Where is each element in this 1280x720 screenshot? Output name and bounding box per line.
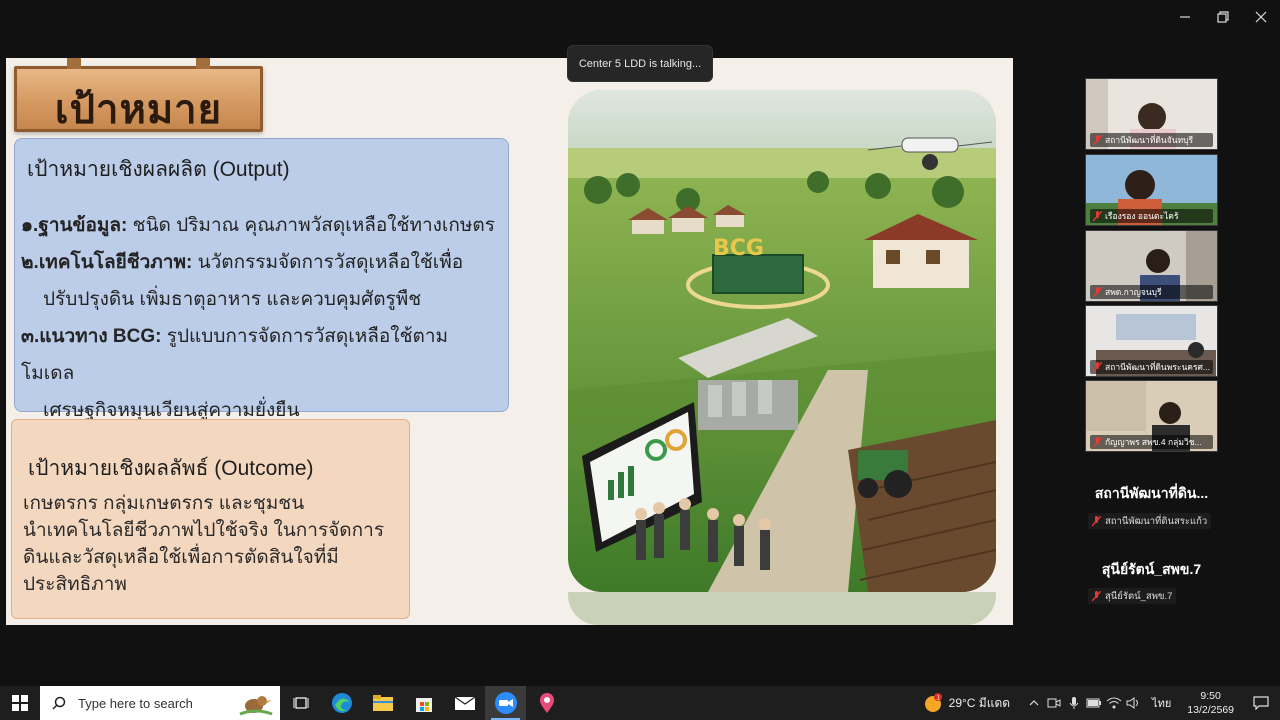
- title-sign: เป้าหมาย: [14, 58, 263, 133]
- restore-button[interactable]: [1204, 0, 1242, 34]
- battery-button[interactable]: [1084, 686, 1104, 720]
- mic-muted-icon: [1092, 515, 1101, 526]
- output-item: ๓.แนวทาง BCG: รูปแบบการจัดการวัสดุเหลือใ…: [21, 326, 449, 384]
- close-button[interactable]: [1242, 0, 1280, 34]
- taskbar-search[interactable]: Type here to search: [40, 686, 280, 720]
- speaker-icon: [1126, 697, 1139, 709]
- outcome-goal-box: เป้าหมายเชิงผลลัพธ์ (Outcome) เกษตรกร กล…: [11, 419, 410, 619]
- network-button[interactable]: [1104, 686, 1124, 720]
- participant-name: สุนีย์รัตน์_สพข.7: [1101, 561, 1202, 577]
- clock[interactable]: 9:50 13/2/2569: [1187, 689, 1234, 717]
- mic-muted-icon: [1093, 436, 1102, 447]
- mic-muted-icon: [1093, 134, 1102, 145]
- participant-video-tile[interactable]: สถานีพัฒนาที่ดินจันทบุรี: [1085, 78, 1218, 150]
- output-item: ๒.เทคโนโลยีชีวภาพ: นวัตกรรมจัดการวัสดุเห…: [21, 252, 464, 273]
- zoom-meeting-window: เป้าหมาย เป้าหมายเชิงผลผลิต (Output) ๑.ฐ…: [0, 0, 1280, 720]
- zoom-icon: [494, 692, 517, 714]
- edge-icon: [331, 693, 352, 713]
- meet-now-button[interactable]: [1044, 686, 1064, 720]
- battery-icon: [1086, 698, 1102, 708]
- output-item: ๑.ฐานข้อมูล: ชนิด ปริมาณ คุณภาพวัสดุเหลื…: [21, 215, 495, 236]
- mic-muted-icon: [1093, 361, 1102, 372]
- maps-button[interactable]: [526, 686, 567, 720]
- bcg-farm-illustration: BCG: [568, 90, 996, 592]
- store-icon: [415, 698, 432, 712]
- participant-video-tile[interactable]: กัญญาพร สพข.4 กลุ่มวิช...: [1085, 380, 1218, 452]
- file-explorer-button[interactable]: [362, 686, 403, 720]
- store-button[interactable]: [403, 686, 444, 720]
- bird-search-highlight-icon: [239, 696, 273, 716]
- sun-icon: 1: [924, 693, 942, 712]
- task-view-button[interactable]: [280, 686, 321, 720]
- task-view-icon: [293, 697, 308, 709]
- system-tray: 1 29°C มีแดด ไทย 9:50 13/2/2569: [923, 686, 1280, 720]
- camera-icon: [1047, 698, 1061, 708]
- weather-widget[interactable]: 1 29°C มีแดด: [923, 693, 1010, 713]
- notification-icon: [1253, 696, 1269, 710]
- participant-video-tile[interactable]: เรืองรอง ออนตะไคร้: [1085, 154, 1218, 226]
- notification-center-button[interactable]: [1242, 686, 1280, 720]
- output-heading: เป้าหมายเชิงผลผลิต (Output): [27, 158, 290, 181]
- slide-title: เป้าหมาย: [54, 86, 223, 133]
- window-controls: [1166, 0, 1280, 34]
- volume-button[interactable]: [1124, 686, 1144, 720]
- participant-video-tile[interactable]: สพด.กาญจนบุรี: [1085, 230, 1218, 302]
- participant-sublabel[interactable]: สุนีย์รัตน์_สพข.7: [1088, 588, 1177, 604]
- search-icon: [52, 696, 66, 710]
- outcome-text: เกษตรกร กลุ่มเกษตรกร และชุมชน นำเทคโนโลย…: [23, 493, 385, 595]
- mic-muted-icon: [1093, 286, 1102, 297]
- windows-logo-icon: [12, 695, 28, 711]
- participant-name: สถานีพัฒนาที่ดิน...: [1094, 485, 1209, 501]
- zoom-taskbar-button[interactable]: [485, 686, 526, 720]
- mail-icon: [454, 696, 475, 710]
- shared-screen-slide: เป้าหมาย เป้าหมายเชิงผลผลิต (Output) ๑.ฐ…: [6, 58, 1013, 625]
- windows-taskbar: Type here to search 1 29°C มีแดด ไทย 9:5…: [0, 686, 1280, 720]
- start-button[interactable]: [0, 686, 40, 720]
- weather-text: 29°C มีแดด: [948, 695, 1011, 710]
- mail-button[interactable]: [444, 686, 485, 720]
- output-goal-box: เป้าหมายเชิงผลผลิต (Output) ๑.ฐานข้อมูล:…: [14, 138, 509, 421]
- show-hidden-icons-button[interactable]: [1024, 686, 1044, 720]
- output-list: ๑.ฐานข้อมูล: ชนิด ปริมาณ คุณภาพวัสดุเหลื…: [21, 207, 500, 429]
- talking-indicator: Center 5 LDD is talking...: [567, 45, 713, 82]
- participant-label: สถานีพัฒนาที่ดินจันทบุรี: [1090, 133, 1213, 147]
- map-pin-icon: [539, 693, 554, 713]
- outcome-heading: เป้าหมายเชิงผลลัพธ์ (Outcome): [28, 457, 314, 480]
- restore-icon: [1217, 11, 1229, 23]
- search-placeholder: Type here to search: [78, 695, 193, 711]
- participant-label: สพด.กาญจนบุรี: [1090, 285, 1213, 299]
- input-language[interactable]: ไทย: [1152, 694, 1171, 712]
- participant-label: กัญญาพร สพข.4 กลุ่มวิช...: [1090, 435, 1213, 449]
- edge-taskbar-button[interactable]: [321, 686, 362, 720]
- folder-icon: [372, 695, 393, 711]
- close-icon: [1255, 11, 1267, 23]
- microphone-icon: [1069, 697, 1079, 709]
- clock-time: 9:50: [1200, 690, 1221, 702]
- photo-reflection: [568, 592, 996, 625]
- participant-video-tile[interactable]: สถานีพัฒนาที่ดินพระนครศ...: [1085, 305, 1218, 377]
- participant-label: เรืองรอง ออนตะไคร้: [1090, 209, 1213, 223]
- minimize-button[interactable]: [1166, 0, 1204, 34]
- participant-sublabel[interactable]: สถานีพัฒนาที่ดินสระแก้ว: [1088, 513, 1212, 529]
- output-item-continuation: ปรับปรุงดิน เพิ่มธาตุอาหาร และควบคุมศัตร…: [43, 289, 422, 310]
- participant-label: สถานีพัฒนาที่ดินพระนครศ...: [1090, 360, 1213, 374]
- wifi-icon: [1106, 697, 1122, 709]
- mic-muted-icon: [1093, 210, 1102, 221]
- minimize-icon: [1180, 16, 1190, 18]
- microphone-button[interactable]: [1064, 686, 1084, 720]
- clock-date: 13/2/2569: [1187, 704, 1234, 716]
- bcg-sign-text: BCG: [713, 236, 764, 261]
- chevron-up-icon: [1029, 700, 1039, 706]
- mic-muted-icon: [1092, 590, 1101, 601]
